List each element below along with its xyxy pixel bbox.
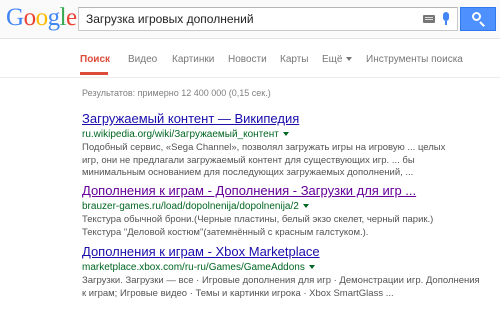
search-box[interactable] <box>78 7 458 31</box>
url-menu-icon[interactable] <box>282 132 289 137</box>
url-menu-icon[interactable] <box>302 204 309 209</box>
result-url: brauzer-games.ru/load/dopolnenija/dopoln… <box>82 200 492 213</box>
result-url: marketplace.xbox.com/ru-ru/Games/GameAdd… <box>82 261 492 274</box>
search-result: Дополнения к играм - Xbox Marketplace ma… <box>82 244 492 300</box>
search-result: Загружаемый контент — Википедия ru.wikip… <box>82 111 492 180</box>
tab-images[interactable]: Картинки <box>172 54 214 65</box>
result-title-link[interactable]: Дополнения к играм - Дополнения - Загруз… <box>82 183 492 199</box>
tab-search[interactable]: Поиск <box>80 54 110 65</box>
search-button[interactable] <box>460 7 496 31</box>
result-snippet: Загрузки. Загрузки — все · Игровые допол… <box>82 275 480 299</box>
tab-maps[interactable]: Карты <box>280 54 309 65</box>
result-url: ru.wikipedia.org/wiki/Загружаемый_контен… <box>82 128 492 141</box>
tab-search-tools[interactable]: Инструменты поиска <box>366 54 463 65</box>
keyboard-icon[interactable] <box>423 15 435 23</box>
tab-video[interactable]: Видео <box>128 54 157 65</box>
microphone-icon[interactable] <box>441 12 451 26</box>
results-stats: Результатов: примерно 12 400 000 (0,15 с… <box>82 88 271 98</box>
tab-more[interactable]: Ещё <box>322 54 353 65</box>
chevron-down-icon <box>346 57 353 62</box>
search-tabs: Поиск Видео Картинки Новости Карты Ещё И… <box>0 39 500 78</box>
url-menu-icon[interactable] <box>308 265 315 270</box>
tab-news[interactable]: Новости <box>228 54 267 65</box>
search-input[interactable] <box>86 8 416 30</box>
header: Google <box>0 0 500 39</box>
result-snippet: Подобный сервис, «Sega Channel», позволя… <box>82 142 446 178</box>
active-tab-indicator <box>80 72 108 75</box>
result-snippet: Текстура обычной брони.(Черные пластины,… <box>82 214 434 238</box>
google-logo[interactable]: Google <box>6 4 77 32</box>
result-title-link[interactable]: Загружаемый контент — Википедия <box>82 111 492 127</box>
search-icon <box>472 12 481 21</box>
result-title-link[interactable]: Дополнения к играм - Xbox Marketplace <box>82 244 492 260</box>
search-result: Дополнения к играм - Дополнения - Загруз… <box>82 183 492 239</box>
